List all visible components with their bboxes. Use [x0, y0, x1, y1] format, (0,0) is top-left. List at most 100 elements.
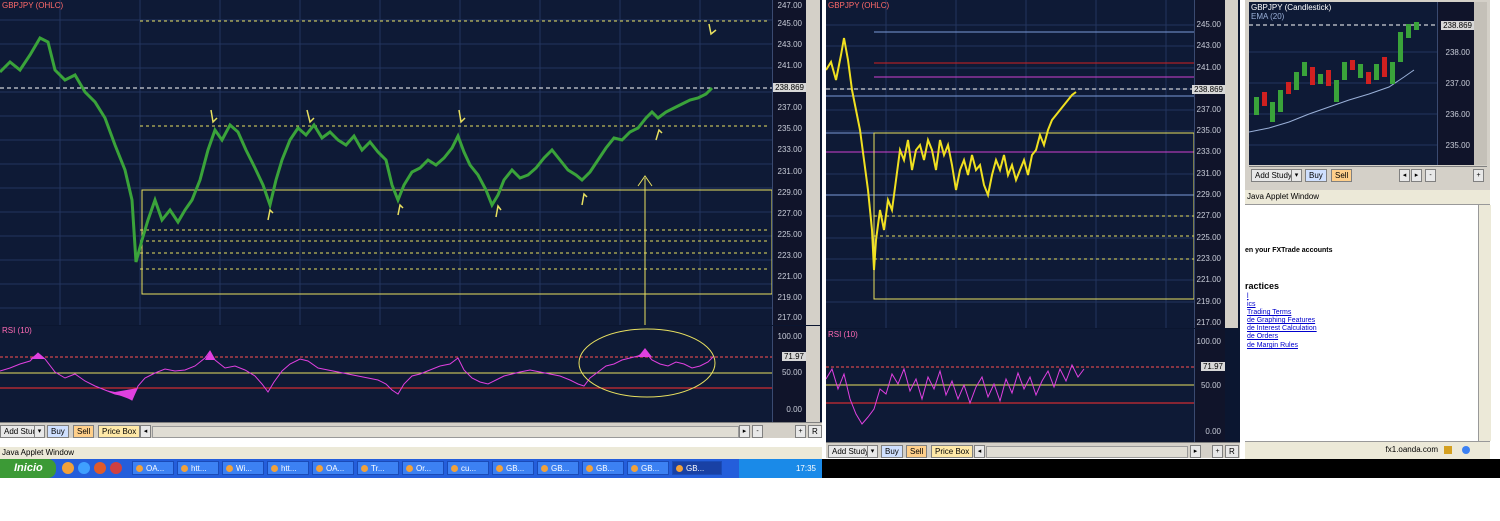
zoom-in-button[interactable]: +: [795, 425, 806, 438]
add-study-dropdown[interactable]: ▾: [34, 425, 45, 438]
help-link[interactable]: ics: [1247, 301, 1256, 308]
axis-tick: 235.00: [777, 124, 802, 133]
taskbar-item[interactable]: OA...: [312, 461, 354, 475]
mail-icon[interactable]: [78, 462, 90, 474]
taskbar-item[interactable]: htt...: [267, 461, 309, 475]
help-link[interactable]: de Margin Rules: [1247, 342, 1298, 349]
quick-launch: [62, 462, 127, 475]
taskbar-item[interactable]: OA...: [132, 461, 174, 475]
browser-vertical-scrollbar[interactable]: [1478, 205, 1491, 441]
taskbar-item[interactable]: GB...: [672, 461, 722, 475]
axis-tick: 225.00: [777, 230, 802, 239]
horizontal-scrollbar[interactable]: [986, 446, 1188, 458]
left-chart-toolbar: Add Study ▾ Buy Sell Price Box ◂ ▸ - + R: [0, 422, 822, 438]
middle-price-chart[interactable]: GBPJPY (OHLC): [826, 0, 1194, 328]
axis-tick: 236.00: [1445, 110, 1470, 119]
middle-chart-window: GBPJPY (OHLC) 245.00 243.00 241.00 238.8…: [826, 0, 1240, 458]
scroll-left-button[interactable]: ◂: [974, 445, 985, 458]
taskbar-item[interactable]: GB...: [537, 461, 579, 475]
left-price-series: [0, 36, 714, 263]
browser-icon[interactable]: [62, 462, 74, 474]
axis-tick: 243.00: [1196, 41, 1221, 50]
taskbar-item[interactable]: GB...: [582, 461, 624, 475]
help-link[interactable]: de Graphing Features: [1247, 317, 1315, 324]
axis-tick: 225.00: [1196, 233, 1221, 242]
zone-icon: [1462, 446, 1470, 454]
taskbar-item[interactable]: GB...: [492, 461, 534, 475]
buy-button[interactable]: Buy: [47, 425, 69, 438]
help-link[interactable]: de Interest Calculation: [1247, 325, 1317, 332]
price-box-button[interactable]: Price Box: [931, 445, 974, 458]
left-rsi-current: 71.97: [781, 352, 806, 361]
price-box-button[interactable]: Price Box: [98, 425, 141, 438]
right-vertical-scrollbar[interactable]: [1474, 2, 1487, 165]
middle-rsi-chart[interactable]: RSI (10): [826, 329, 1194, 442]
help-link[interactable]: Trading Terms: [1247, 309, 1291, 316]
middle-price-series: [826, 37, 1077, 271]
taskbar-item[interactable]: cu...: [447, 461, 489, 475]
zoom-out-button[interactable]: -: [752, 425, 763, 438]
sell-button[interactable]: Sell: [73, 425, 95, 438]
axis-tick: 245.00: [1196, 20, 1221, 29]
right-chart-title: GBPJPY (Candlestick): [1251, 3, 1332, 12]
axis-tick: 238.00: [1445, 48, 1470, 57]
left-price-chart[interactable]: GBPJPY (OHLC): [0, 0, 772, 325]
taskbar-item[interactable]: GB...: [627, 461, 669, 475]
help-link[interactable]: de Orders: [1247, 333, 1278, 340]
reset-button[interactable]: R: [1225, 445, 1239, 458]
left-price-title: GBPJPY (OHLC): [2, 1, 64, 10]
axis-tick: 237.00: [777, 103, 802, 112]
zoom-out-button[interactable]: -: [1425, 169, 1436, 182]
taskbar-item[interactable]: Or...: [402, 461, 444, 475]
axis-tick: 221.00: [777, 272, 802, 281]
axis-tick: 237.00: [1196, 105, 1221, 114]
help-link[interactable]: l: [1247, 293, 1249, 300]
right-candle-svg: [1249, 22, 1437, 146]
axis-tick: 217.00: [777, 313, 802, 322]
axis-tick: 223.00: [777, 251, 802, 260]
right-current-price: 238.869: [1441, 21, 1474, 30]
sell-button[interactable]: Sell: [1331, 169, 1353, 182]
left-price-axis: 247.00 245.00 243.00 241.00 238.869 237.…: [772, 0, 806, 325]
left-rsi-chart[interactable]: RSI (10): [0, 326, 772, 422]
axis-tick: 241.00: [1196, 63, 1221, 72]
scroll-left-button[interactable]: ◂: [140, 425, 151, 438]
status-bar: fx1.oanda.com: [1245, 441, 1490, 459]
scroll-left-button[interactable]: ◂: [1399, 169, 1410, 182]
desktop-icon[interactable]: [110, 462, 122, 474]
left-rsi-scrollbar[interactable]: [806, 326, 820, 422]
axis-tick: 100.00: [777, 332, 802, 341]
add-study-dropdown[interactable]: ▾: [1291, 169, 1302, 182]
add-study-dropdown[interactable]: ▾: [867, 445, 878, 458]
start-button[interactable]: Inicio: [0, 459, 56, 478]
axis-tick: 0.00: [1205, 427, 1221, 436]
taskbar-item[interactable]: htt...: [177, 461, 219, 475]
right-candle-chart[interactable]: GBPJPY (Candlestick) EMA (20): [1249, 2, 1437, 165]
middle-vertical-scrollbar[interactable]: [1225, 0, 1238, 328]
buy-button[interactable]: Buy: [1305, 169, 1327, 182]
buy-button[interactable]: Buy: [881, 445, 903, 458]
scroll-right-button[interactable]: ▸: [739, 425, 750, 438]
taskbar-item[interactable]: Wi...: [222, 461, 264, 475]
add-study-button[interactable]: Add Study: [1251, 169, 1296, 182]
media-icon[interactable]: [94, 462, 106, 474]
ema-label: EMA (20): [1251, 12, 1285, 21]
taskbar-item[interactable]: Tr...: [357, 461, 399, 475]
left-chart-window: GBPJPY (OHLC) 247.00 245.00 243.00 241.0…: [0, 0, 822, 438]
left-vertical-scrollbar[interactable]: [806, 0, 820, 325]
clock[interactable]: 17:35: [796, 464, 816, 473]
axis-tick: 100.00: [1196, 337, 1221, 346]
zoom-in-button[interactable]: +: [1212, 445, 1223, 458]
reset-button[interactable]: R: [808, 425, 822, 438]
system-tray: 17:35: [739, 459, 822, 478]
axis-tick: 50.00: [1200, 381, 1221, 390]
left-price-svg: [0, 0, 772, 325]
horizontal-scrollbar[interactable]: [152, 426, 739, 438]
axis-tick: 227.00: [1196, 211, 1221, 220]
sell-button[interactable]: Sell: [906, 445, 928, 458]
scroll-right-button[interactable]: ▸: [1411, 169, 1422, 182]
scroll-right-button[interactable]: ▸: [1190, 445, 1201, 458]
axis-tick: 233.00: [1196, 147, 1221, 156]
zoom-in-button[interactable]: +: [1473, 169, 1484, 182]
browser-content: en your FXTrade accounts ractices l ics …: [1245, 205, 1478, 441]
